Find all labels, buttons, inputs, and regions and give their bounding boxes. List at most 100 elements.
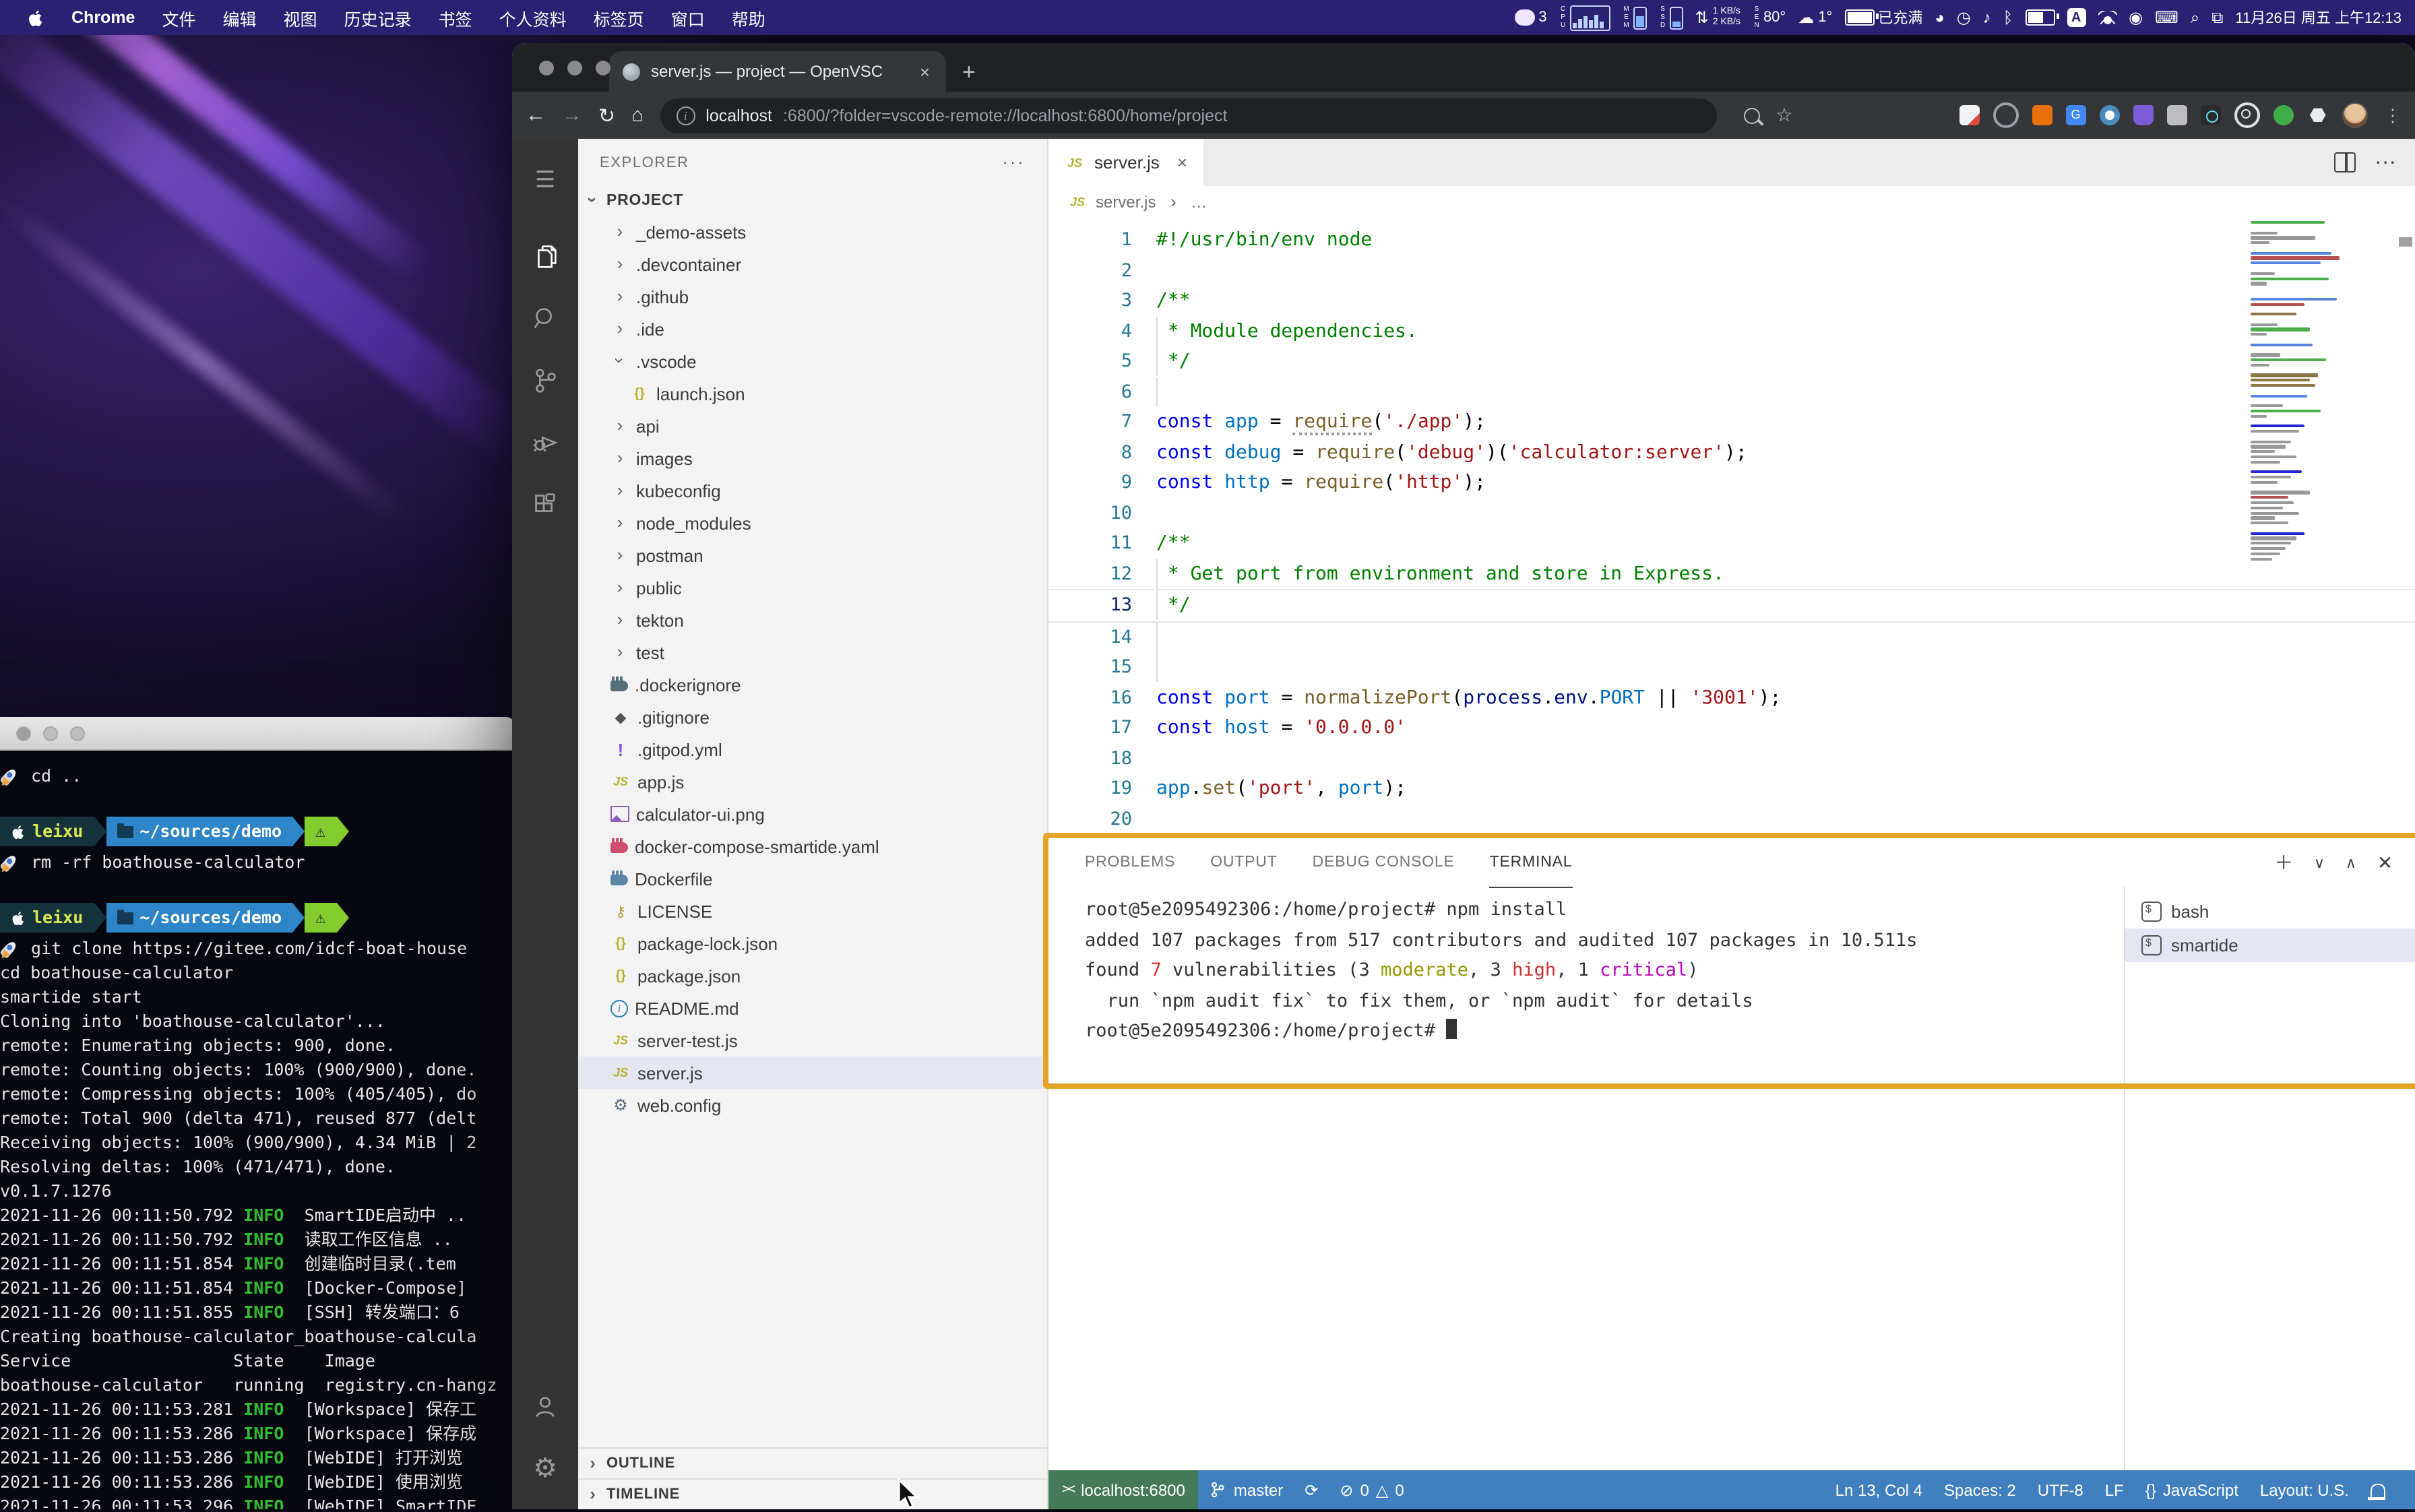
remote-indicator[interactable]: >< localhost:6800 — [1048, 1470, 1199, 1509]
tree-item-package-lock.json[interactable]: {} package-lock.json — [578, 927, 1047, 959]
terminal-window[interactable]: cd .. leixu ~/sources/demo ⚠ rm -rf boathou… — [0, 717, 516, 1509]
facetime-icon[interactable]: ◉ — [2129, 9, 2143, 26]
tree-item-.vscode[interactable]: › .vscode — [578, 345, 1047, 377]
menu-item-Chrome[interactable]: Chrome — [58, 8, 148, 27]
ring-extension-icon[interactable] — [2099, 105, 2120, 125]
sync-extension-icon[interactable] — [1993, 102, 2019, 128]
tree-item-_demo-assets[interactable]: › _demo-assets — [578, 216, 1047, 248]
split-editor-icon[interactable] — [2334, 152, 2356, 172]
encoding[interactable]: UTF-8 — [2027, 1480, 2094, 1499]
home-button[interactable]: ⌂ — [631, 104, 644, 127]
target-extension-icon[interactable] — [2234, 102, 2260, 128]
explorer-view-icon[interactable] — [512, 225, 578, 287]
react-extension-icon[interactable] — [2200, 105, 2221, 125]
keyboard-icon[interactable]: ⌨ — [2155, 9, 2178, 26]
apple-menu[interactable] — [13, 7, 58, 28]
close-panel-icon[interactable]: ✕ — [2377, 851, 2393, 874]
tree-item-web.config[interactable]: ⚙ web.config — [578, 1089, 1047, 1121]
blocker-extension-icon[interactable] — [1959, 105, 1980, 125]
wifi-icon[interactable] — [2098, 11, 2117, 24]
indentation[interactable]: Spaces: 2 — [1933, 1480, 2027, 1499]
close-window-icon[interactable] — [16, 726, 31, 741]
spotlight-icon[interactable]: ⌕ — [2191, 9, 2199, 26]
tree-item-server-test.js[interactable]: JS server-test.js — [578, 1024, 1047, 1057]
profile-avatar[interactable] — [2342, 102, 2368, 128]
cursor-position[interactable]: Ln 13, Col 4 — [1825, 1480, 1933, 1499]
battery-icon[interactable] — [2025, 9, 2059, 26]
battery-charged-icon[interactable]: 已充满 — [1844, 7, 1922, 28]
panel-tab-output[interactable]: OUTPUT — [1210, 838, 1277, 887]
tree-item-node_modules[interactable]: › node_modules — [578, 507, 1047, 539]
tree-item-docker-compose-smartide.yaml[interactable]: docker-compose-smartide.yaml — [578, 830, 1047, 862]
cpu-meter-icon[interactable]: CPU — [1559, 5, 1610, 30]
control-center-icon[interactable]: ⧉ — [2212, 9, 2223, 26]
problems-indicator[interactable]: ⊘ 0 △ 0 — [1329, 1480, 1414, 1499]
tree-item-.github[interactable]: › .github — [578, 280, 1047, 313]
reload-button[interactable]: ↻ — [598, 103, 615, 127]
window-controls[interactable] — [539, 61, 610, 75]
terminal-dropdown-icon[interactable]: ∨ — [2314, 854, 2325, 871]
editor-more-icon[interactable]: ··· — [2375, 150, 2396, 175]
tree-item-tekton[interactable]: › tekton — [578, 604, 1047, 636]
menu-item-历史记录[interactable]: 历史记录 — [331, 5, 425, 30]
explorer-more-icon[interactable]: ··· — [1003, 154, 1026, 170]
panel-tab-debug-console[interactable]: DEBUG CONSOLE — [1313, 838, 1455, 887]
tree-item-launch.json[interactable]: {} launch.json — [578, 377, 1047, 410]
project-section-header[interactable]: › PROJECT — [578, 186, 1047, 216]
tree-item-.ide[interactable]: › .ide — [578, 313, 1047, 345]
menu-item-窗口[interactable]: 窗口 — [658, 5, 718, 30]
maximize-panel-icon[interactable]: ∧ — [2346, 854, 2357, 871]
new-tab-button[interactable]: + — [962, 59, 976, 86]
tree-item-kubeconfig[interactable]: › kubeconfig — [578, 474, 1047, 507]
sync-button[interactable]: ⟳ — [1294, 1480, 1329, 1499]
tree-item-api[interactable]: › api — [578, 410, 1047, 442]
minimap[interactable] — [2251, 221, 2345, 693]
tree-item-Dockerfile[interactable]: Dockerfile — [578, 862, 1047, 895]
terminal-entry-smartide[interactable]: smartide — [2125, 928, 2415, 962]
minimize-window-icon[interactable] — [43, 726, 58, 741]
code-editor[interactable]: 1 #!/usr/bin/env node 2 3/** 4 * Module depe… — [1048, 218, 2415, 838]
volume-muted-icon[interactable]: ♪ — [1983, 9, 1991, 26]
tree-item-.devcontainer[interactable]: › .devcontainer — [578, 248, 1047, 280]
tree-item-.dockerignore[interactable]: .dockerignore — [578, 668, 1047, 701]
zoom-window-icon[interactable] — [70, 726, 85, 741]
chrome-menu-icon[interactable]: ⋮ — [2384, 104, 2402, 126]
tree-item-.gitignore[interactable]: ◆ .gitignore — [578, 701, 1047, 733]
menu-item-视图[interactable]: 视图 — [270, 5, 331, 30]
network-arrows-icon[interactable]: ⇅ 1 KB/s 2 KB/s — [1695, 7, 1740, 28]
translate-extension-icon[interactable] — [2065, 105, 2086, 125]
eol[interactable]: LF — [2094, 1480, 2135, 1499]
menu-item-标签页[interactable]: 标签页 — [580, 5, 658, 30]
close-editor-icon[interactable]: × — [1177, 152, 1187, 172]
tree-item-public[interactable]: › public — [578, 571, 1047, 604]
bookmark-star-icon[interactable]: ☆ — [1776, 104, 1792, 127]
istat-icon[interactable]: ◕ — [1935, 9, 1945, 26]
notifications-bell[interactable] — [2360, 1483, 2399, 1499]
menu-item-编辑[interactable]: 编辑 — [210, 5, 270, 30]
extensions-view-icon[interactable] — [512, 473, 578, 535]
close-tab-icon[interactable]: × — [917, 61, 933, 82]
tree-item-images[interactable]: › images — [578, 442, 1047, 474]
branch-indicator[interactable]: master — [1199, 1480, 1294, 1499]
tree-item-app.js[interactable]: JS app.js — [578, 765, 1047, 798]
zoom-page-icon[interactable] — [1743, 107, 1760, 123]
source-control-icon[interactable] — [512, 349, 578, 411]
green-extension-icon[interactable] — [2273, 105, 2294, 125]
tree-item-calculator-ui.png[interactable]: calculator-ui.png — [578, 798, 1047, 830]
analytics-extension-icon[interactable] — [2032, 105, 2052, 125]
wechat-icon[interactable]: 3 — [1514, 9, 1547, 26]
menu-item-个人资料[interactable]: 个人资料 — [486, 5, 580, 30]
weather-icon[interactable]: ☁ 1° — [1798, 9, 1832, 26]
terminal-title-bar[interactable] — [0, 717, 516, 751]
browser-tab[interactable]: server.js — project — OpenVSC × — [609, 51, 946, 92]
panel-tab-terminal[interactable]: TERMINAL — [1489, 838, 1573, 887]
scrollbar-thumb[interactable] — [2399, 237, 2412, 247]
menu-item-书签[interactable]: 书签 — [425, 5, 486, 30]
input-a-icon[interactable]: A — [2067, 8, 2086, 27]
sensor-icon[interactable]: SEN 80° — [1753, 5, 1786, 30]
minimize-window-icon[interactable] — [567, 61, 582, 75]
ssd-meter-icon[interactable]: SSD — [1659, 5, 1683, 30]
mem-meter-icon[interactable]: MEM — [1623, 5, 1647, 30]
language-mode[interactable]: {} JavaScript — [2135, 1480, 2249, 1499]
breadcrumb-file[interactable]: server.js — [1096, 193, 1156, 212]
